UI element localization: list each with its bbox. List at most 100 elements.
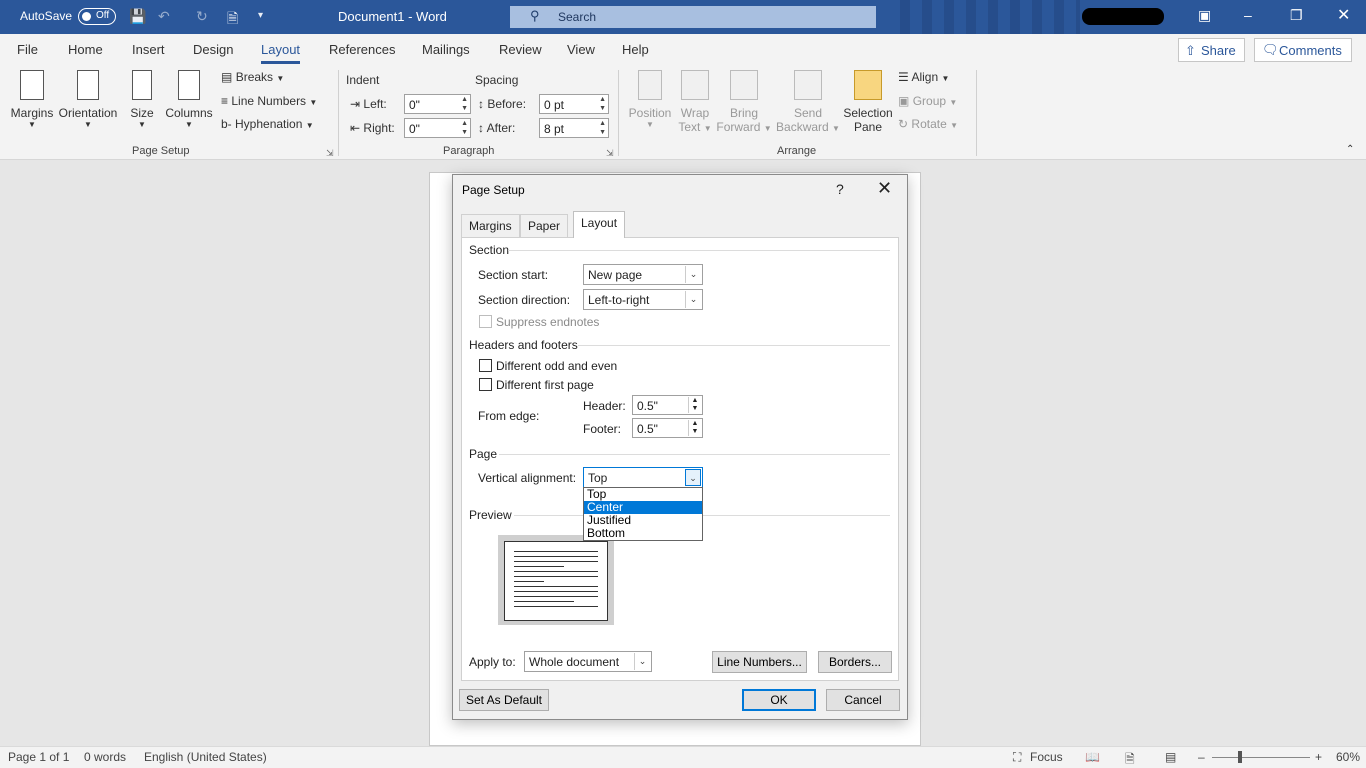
focus-icon[interactable]: ⛶ (1013, 750, 1021, 765)
tab-layout[interactable]: Layout (261, 42, 301, 64)
hyphenation-button[interactable]: b‑ Hyphenation ▼ (221, 117, 314, 131)
tab-mailings[interactable]: Mailings (422, 42, 470, 57)
indent-left-value: 0" (409, 98, 420, 112)
option-bottom[interactable]: Bottom (584, 527, 702, 540)
suppress-endnotes-checkbox[interactable] (479, 315, 492, 328)
help-icon[interactable]: ? (836, 181, 844, 197)
customize-quick-access-icon[interactable]: ▾ (258, 10, 263, 21)
send-backward-button[interactable]: Send Backward ▼ (776, 70, 840, 134)
search-box[interactable]: ⚲ Search (510, 6, 876, 28)
print-preview-icon[interactable]: 🗎 (227, 8, 238, 32)
tab-view[interactable]: View (567, 42, 595, 57)
restore-icon[interactable]: ❐ (1290, 7, 1303, 24)
group-button[interactable]: ▣ Group ▼ (898, 94, 957, 108)
set-as-default-button[interactable]: Set As Default (459, 689, 549, 711)
indent-left-input[interactable]: 0" ▲ ▼ (404, 94, 471, 114)
line-numbers-icon: ≡ (221, 94, 229, 108)
wrap-text-button[interactable]: Wrap Text ▼ (678, 70, 712, 134)
tab-paper[interactable]: Paper (520, 214, 569, 237)
pane-label: Pane (853, 120, 883, 134)
zoom-in-icon[interactable]: + (1315, 750, 1322, 764)
spin-arrows-icon[interactable]: ▲ ▼ (461, 119, 468, 137)
focus-mode-button[interactable]: Focus (1030, 750, 1063, 764)
footer-distance-input[interactable]: 0.5" ▲ ▼ (632, 418, 703, 438)
align-button[interactable]: ☰ Align ▼ (898, 70, 949, 84)
different-odd-even-checkbox[interactable] (479, 359, 492, 372)
size-button[interactable]: Size ▼ (126, 70, 158, 129)
spin-arrows-icon[interactable]: ▲ ▼ (688, 420, 701, 436)
undo-icon[interactable]: ↶ (158, 8, 170, 25)
close-window-icon[interactable]: ✕ (1337, 5, 1350, 25)
chevron-down-icon[interactable]: ⌄ (685, 266, 701, 283)
spacing-before-input[interactable]: 0 pt ▲ ▼ (539, 94, 609, 114)
spacing-before-text: Before: (487, 97, 527, 111)
chevron-down-icon[interactable]: ⌄ (685, 291, 701, 308)
spin-arrows-icon[interactable]: ▲ ▼ (461, 95, 468, 113)
hyphenation-icon: b‑ (221, 117, 232, 131)
chevron-down-icon[interactable]: ⌄ (634, 653, 650, 670)
breaks-button[interactable]: ▤ Breaks ▼ (221, 70, 284, 84)
position-button[interactable]: Position ▼ (626, 70, 674, 129)
tab-help[interactable]: Help (622, 42, 649, 57)
tab-design[interactable]: Design (193, 42, 233, 57)
spin-arrows-icon[interactable]: ▲ ▼ (599, 95, 606, 113)
header-distance-input[interactable]: 0.5" ▲ ▼ (632, 395, 703, 415)
autosave-toggle[interactable]: Off (78, 8, 116, 25)
account-avatar[interactable] (1082, 8, 1164, 25)
minimize-icon[interactable]: – (1244, 7, 1252, 23)
section-direction-select[interactable]: Left-to-right ⌄ (583, 289, 703, 310)
tab-references[interactable]: References (329, 42, 395, 57)
ok-button[interactable]: OK (742, 689, 816, 711)
redo-icon[interactable]: ↻ (196, 8, 208, 25)
backward-label: Backward ▼ (776, 120, 840, 134)
read-mode-icon[interactable]: 📖 (1085, 750, 1100, 764)
selection-pane-button[interactable]: Selection Pane (842, 70, 894, 134)
tab-review[interactable]: Review (499, 42, 542, 57)
tab-insert[interactable]: Insert (132, 42, 165, 57)
close-icon[interactable]: ✕ (877, 178, 892, 199)
print-layout-icon[interactable]: 🗎 (1125, 750, 1135, 768)
apply-to-select[interactable]: Whole document ⌄ (524, 651, 652, 672)
ribbon-display-options-icon[interactable]: ▣ (1198, 7, 1211, 24)
spin-arrows-icon[interactable]: ▲ ▼ (688, 397, 701, 413)
web-layout-icon[interactable]: ▤ (1165, 750, 1176, 764)
save-icon[interactable]: 💾 (129, 8, 146, 25)
section-start-select[interactable]: New page ⌄ (583, 264, 703, 285)
line-numbers-button[interactable]: Line Numbers... (712, 651, 807, 673)
tab-home[interactable]: Home (68, 42, 103, 57)
align-label: Align (911, 70, 939, 84)
comments-button[interactable]: 🗨 Comments (1254, 38, 1352, 62)
language-indicator[interactable]: English (United States) (144, 750, 267, 764)
page-setup-launcher-icon[interactable]: ⇲ (326, 148, 334, 159)
from-edge-label: From edge: (478, 409, 540, 423)
tab-file[interactable]: File (17, 42, 38, 57)
indent-right-input[interactable]: 0" ▲ ▼ (404, 118, 471, 138)
chevron-down-icon: ▼ (138, 120, 146, 129)
paragraph-launcher-icon[interactable]: ⇲ (606, 148, 614, 159)
zoom-slider-thumb[interactable] (1238, 751, 1242, 763)
page-count[interactable]: Page 1 of 1 (8, 750, 69, 764)
zoom-out-icon[interactable]: – (1198, 750, 1205, 764)
zoom-slider[interactable] (1212, 757, 1310, 758)
vertical-alignment-select[interactable]: Top ⌄ (583, 467, 703, 488)
borders-button[interactable]: Borders... (818, 651, 892, 673)
spin-arrows-icon[interactable]: ▲ ▼ (599, 119, 606, 137)
word-count[interactable]: 0 words (84, 750, 126, 764)
tab-layout[interactable]: Layout (573, 211, 626, 238)
chevron-down-icon: ▼ (703, 124, 712, 133)
zoom-level[interactable]: 60% (1336, 750, 1360, 764)
orientation-button[interactable]: Orientation ▼ (57, 70, 119, 129)
line-numbers-button[interactable]: ≡ Line Numbers ▼ (221, 94, 317, 108)
rotate-button[interactable]: ↻ Rotate ▼ (898, 117, 958, 131)
chevron-down-icon[interactable]: ⌄ (685, 469, 701, 486)
different-first-page-checkbox[interactable] (479, 378, 492, 391)
spacing-after-input[interactable]: 8 pt ▲ ▼ (539, 118, 609, 138)
tab-margins[interactable]: Margins (461, 214, 520, 237)
page-heading: Page (469, 447, 498, 461)
margins-button[interactable]: Margins ▼ (10, 70, 54, 129)
collapse-ribbon-icon[interactable]: ⌃ (1346, 144, 1354, 155)
share-button[interactable]: ⇧ Share (1178, 38, 1245, 62)
bring-forward-button[interactable]: Bring Forward ▼ (716, 70, 772, 134)
columns-button[interactable]: Columns ▼ (163, 70, 215, 129)
cancel-button[interactable]: Cancel (826, 689, 900, 711)
